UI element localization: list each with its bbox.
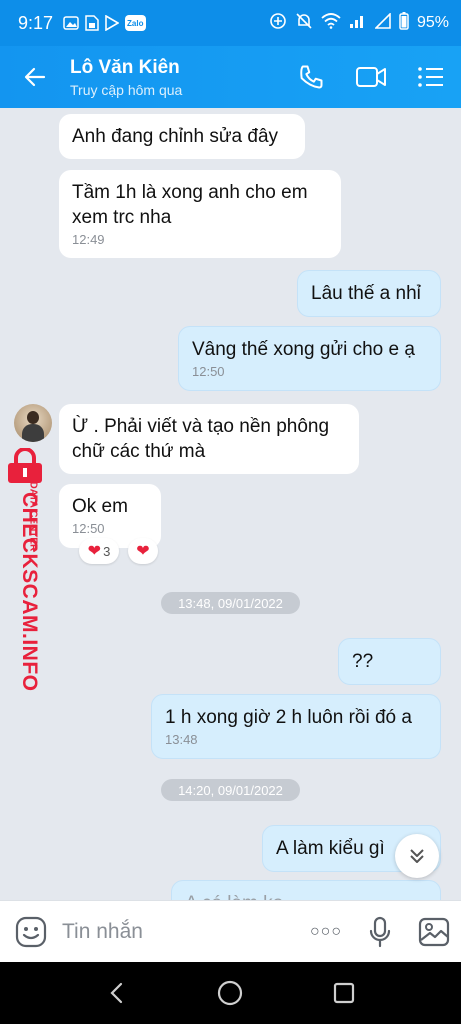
message-text: Lâu thế a nhỉ — [311, 283, 421, 304]
zalo-icon: Zalo — [125, 15, 146, 31]
wifi-icon — [321, 12, 341, 34]
message-list[interactable]: Anh đang chỉnh sửa đây Tầm 1h là xong an… — [0, 108, 461, 900]
message-text: Ok em — [72, 496, 128, 517]
message-text: Vâng thế xong gửi cho e ạ — [192, 339, 415, 360]
play-store-icon — [105, 15, 120, 31]
message-bubble-outgoing[interactable]: Lâu thế a nhỉ — [297, 270, 441, 317]
message-text: Tầm 1h là xong anh cho em xem trc nha — [72, 182, 308, 228]
date-separator: 13:48, 09/01/2022 — [161, 592, 300, 614]
voice-message-button[interactable] — [353, 916, 407, 948]
more-options-button[interactable]: ○○○ — [299, 923, 353, 941]
phone-icon — [300, 65, 323, 89]
heart-icon: ❤ — [136, 543, 150, 560]
contact-info[interactable]: Lô Văn Kiên Truy cập hôm qua — [70, 57, 281, 98]
message-time: 12:50 — [192, 364, 225, 379]
last-seen: Truy cập hôm qua — [70, 81, 183, 98]
sim-icon — [85, 15, 99, 31]
heart-icon: ❤ — [87, 543, 102, 560]
checkscam-watermark: DATA CENTER CHECKSCAM.INFO — [2, 448, 48, 692]
signal-icon-2 — [374, 11, 391, 34]
more-dots-icon: ○○○ — [310, 922, 342, 940]
message-text: 1 h xong giờ 2 h luôn rồi đó a — [165, 707, 412, 728]
message-bubble-outgoing[interactable]: A có làm ko... — [171, 880, 441, 900]
message-bubble-incoming[interactable]: Tầm 1h là xong anh cho em xem trc nha 12… — [59, 170, 341, 258]
system-icons: 95% — [269, 11, 449, 35]
contact-avatar[interactable] — [14, 404, 52, 442]
message-time: 12:49 — [72, 232, 105, 247]
reaction-summary[interactable]: ❤ 3 — [79, 538, 119, 564]
contact-name: Lô Văn Kiên — [70, 56, 180, 78]
watermark-brand: CHECKSCAM.INFO — [18, 492, 41, 692]
video-call-button[interactable] — [341, 46, 401, 108]
battery-level: 95% — [416, 14, 449, 31]
message-time: 13:48 — [165, 732, 198, 747]
menu-button[interactable] — [401, 46, 461, 108]
double-chevron-down-icon — [410, 849, 424, 863]
mute-icon — [295, 12, 313, 35]
message-bubble-outgoing[interactable]: Vâng thế xong gửi cho e ạ 12:50 — [178, 326, 441, 391]
notification-icons: Zalo — [63, 15, 146, 31]
voice-call-button[interactable] — [281, 46, 341, 108]
message-input[interactable]: Tin nhắn — [62, 920, 299, 944]
image-gallery-icon — [418, 917, 450, 946]
nav-home-button[interactable] — [200, 962, 260, 1024]
recents-square-icon — [334, 982, 355, 1004]
image-icon — [63, 15, 79, 31]
battery-icon — [399, 11, 409, 35]
lock-icon — [8, 448, 42, 483]
sticker-button[interactable] — [0, 916, 62, 948]
message-bubble-outgoing[interactable]: 1 h xong giờ 2 h luôn rồi đó a 13:48 — [151, 694, 441, 759]
status-bar: 9:17 Zalo 95% — [0, 0, 461, 46]
message-text: ?? — [352, 651, 374, 672]
message-text: Ừ . Phải viết và tạo nền phông chữ các t… — [72, 416, 330, 462]
chat-header: Lô Văn Kiên Truy cập hôm qua — [0, 46, 461, 108]
home-circle-icon — [218, 980, 243, 1006]
microphone-icon — [369, 916, 391, 947]
nav-recents-button[interactable] — [314, 962, 374, 1024]
date-separator: 14:20, 09/01/2022 — [161, 779, 300, 801]
react-button[interactable]: ❤ — [128, 538, 158, 564]
reaction-count: 3 — [103, 543, 111, 559]
signal-icon — [349, 13, 367, 34]
nav-back-button[interactable] — [87, 962, 147, 1024]
message-time: 12:50 — [72, 521, 105, 536]
list-menu-icon — [418, 67, 443, 87]
photo-button[interactable] — [407, 917, 461, 947]
scroll-to-bottom-button[interactable] — [395, 834, 439, 878]
video-camera-icon — [356, 67, 386, 87]
message-text: Anh đang chỉnh sửa đây — [72, 126, 279, 147]
back-button[interactable] — [0, 46, 70, 108]
system-nav-bar — [0, 962, 461, 1024]
message-bubble-incoming[interactable]: Anh đang chỉnh sửa đây — [59, 114, 305, 159]
message-text: A có làm ko... — [185, 891, 427, 900]
data-saver-icon — [269, 12, 287, 35]
clock: 9:17 — [18, 12, 54, 33]
smiley-sticker-icon — [15, 916, 47, 947]
message-bubble-incoming[interactable]: Ừ . Phải viết và tạo nền phông chữ các t… — [59, 404, 359, 474]
message-bubble-outgoing[interactable]: ?? — [338, 638, 441, 685]
back-arrow-icon — [24, 67, 46, 87]
back-chevron-icon — [110, 982, 122, 1004]
message-composer: Tin nhắn ○○○ — [0, 900, 461, 962]
